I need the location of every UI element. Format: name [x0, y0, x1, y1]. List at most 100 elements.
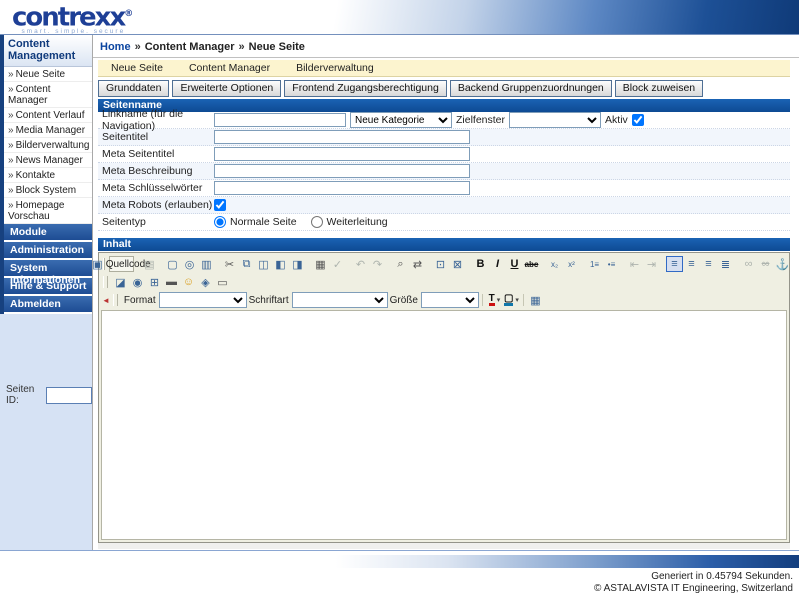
preview-icon[interactable]: ◎ — [181, 256, 198, 272]
undo-icon[interactable]: ↶ — [352, 256, 369, 272]
remove-format-icon[interactable]: ⊠ — [449, 256, 466, 272]
copy-icon[interactable]: ⧉ — [238, 256, 255, 272]
tab-neue-seite[interactable]: Neue Seite — [98, 62, 176, 74]
sidebar-section-system-informationen[interactable]: System Informationen — [4, 260, 92, 276]
font-select[interactable] — [292, 292, 388, 308]
backend-gruppenzuordnungen-button[interactable]: Backend Gruppenzuordnungen — [450, 80, 612, 97]
underline-icon[interactable]: U — [506, 256, 523, 272]
erweiterte-optionen-button[interactable]: Erweiterte Optionen — [172, 80, 281, 97]
sidebar-item-block-system[interactable]: »Block System — [4, 183, 92, 198]
tab-bilderverwaltung[interactable]: Bilderverwaltung — [283, 62, 387, 74]
horizontal-rule-icon[interactable]: ▬ — [163, 274, 180, 290]
tab-content-manager[interactable]: Content Manager — [176, 62, 283, 74]
logo-tagline: smart. simple. secure — [12, 28, 133, 35]
find-icon[interactable]: ⌕ — [392, 256, 409, 272]
align-center-icon[interactable]: ≡ — [683, 256, 700, 272]
templates-icon[interactable]: ▥ — [198, 256, 215, 272]
seitentitel-input[interactable] — [214, 130, 470, 144]
smiley-icon[interactable]: ☺ — [180, 274, 197, 290]
new-page-icon[interactable]: ▢ — [164, 256, 181, 272]
normale-seite-radio[interactable] — [214, 216, 226, 228]
superscript-icon[interactable]: x² — [563, 256, 580, 272]
insert-image-icon[interactable]: ◪ — [112, 274, 129, 290]
seiten-id-input[interactable] — [46, 387, 92, 404]
weiterleitung-radio[interactable] — [311, 216, 323, 228]
sidebar-item-media-manager[interactable]: »Media Manager — [4, 123, 92, 138]
paste-word-icon[interactable]: ◨ — [289, 256, 306, 272]
section-header-inhalt: Inhalt — [98, 238, 790, 251]
replace-icon[interactable]: ⇄ — [409, 256, 426, 272]
save-icon[interactable]: ▤ — [141, 256, 158, 272]
breadcrumb-home[interactable]: Home — [100, 41, 131, 53]
chevron-icon: » — [8, 140, 14, 151]
insert-table-icon[interactable]: ⊞ — [146, 274, 163, 290]
editor-canvas[interactable] — [101, 310, 787, 540]
aktiv-checkbox[interactable] — [632, 114, 644, 126]
zielfenster-select[interactable] — [509, 112, 601, 128]
unlink-icon[interactable]: ∞ — [757, 256, 774, 272]
unordered-list-icon[interactable]: •≡ — [603, 256, 620, 272]
registered-mark: ® — [124, 9, 133, 19]
category-select[interactable]: Neue Kategorie — [350, 112, 452, 128]
sidebar-item-content-verlauf[interactable]: »Content Verlauf — [4, 108, 92, 123]
meta-schluesselwoerter-input[interactable] — [214, 181, 470, 195]
print-icon[interactable]: ▦ — [312, 256, 329, 272]
size-label: Größe — [390, 295, 418, 306]
chevron-icon: » — [8, 110, 14, 121]
source-icon[interactable]: ▣Quellcode — [109, 256, 134, 272]
text-color-icon[interactable]: T▾ — [486, 292, 503, 308]
paste-text-icon[interactable]: ◧ — [272, 256, 289, 272]
align-left-icon[interactable]: ≡ — [666, 256, 683, 272]
grunddaten-button[interactable]: Grunddaten — [98, 80, 169, 97]
align-justify-icon[interactable]: ≣ — [717, 256, 734, 272]
normale-seite-label[interactable]: Normale Seite — [230, 216, 297, 228]
subscript-icon[interactable]: x₂ — [546, 256, 563, 272]
italic-icon[interactable]: I — [489, 256, 506, 272]
page-break-icon[interactable]: ▭ — [214, 274, 231, 290]
format-select[interactable] — [159, 292, 247, 308]
sidebar-item-neue-seite[interactable]: »Neue Seite — [4, 67, 92, 82]
toolbar-grip — [113, 294, 118, 306]
background-color-icon[interactable]: ▢▾ — [503, 292, 520, 308]
sidebar-item-content-manager[interactable]: »Content Manager — [4, 82, 92, 108]
sidebar-section-content-management[interactable]: Content Management — [4, 35, 92, 67]
sidebar-item-news-manager[interactable]: »News Manager — [4, 153, 92, 168]
redo-icon[interactable]: ↷ — [369, 256, 386, 272]
ordered-list-icon[interactable]: 1≡ — [586, 256, 603, 272]
collapse-toolbar-icon[interactable]: ◄ — [102, 296, 110, 305]
indent-icon[interactable]: ⇥ — [643, 256, 660, 272]
weiterleitung-label[interactable]: Weiterleitung — [327, 216, 388, 228]
sidebar-section-module[interactable]: Module — [4, 224, 92, 240]
outdent-icon[interactable]: ⇤ — [626, 256, 643, 272]
strikethrough-icon[interactable]: abc — [523, 256, 540, 272]
sidebar-section-administration[interactable]: Administration — [4, 242, 92, 258]
paste-icon[interactable]: ◫ — [255, 256, 272, 272]
toolbar-separator — [482, 294, 483, 306]
meta-beschreibung-input[interactable] — [214, 164, 470, 178]
anchor-icon[interactable]: ⚓ — [774, 256, 791, 272]
frontend-zugangsberechtigung-button[interactable]: Frontend Zugangsberechtigung — [284, 80, 447, 97]
sidebar-item-bilderverwaltung[interactable]: »Bilderverwaltung — [4, 138, 92, 153]
app-header: contrexx® smart. simple. secure — [0, 0, 799, 35]
insert-flash-icon[interactable]: ◉ — [129, 274, 146, 290]
select-all-icon[interactable]: ⊡ — [432, 256, 449, 272]
special-character-icon[interactable]: ◈ — [197, 274, 214, 290]
block-zuweisen-button[interactable]: Block zuweisen — [615, 80, 703, 97]
sidebar-item-homepage-vorschau[interactable]: »Homepage Vorschau — [4, 198, 92, 224]
align-right-icon[interactable]: ≡ — [700, 256, 717, 272]
sidebar-section-abmelden[interactable]: Abmelden — [4, 296, 92, 312]
form-row-meta-seitentitel: Meta Seitentitel — [98, 146, 790, 163]
sidebar-item-kontakte[interactable]: »Kontakte — [4, 168, 92, 183]
cut-icon[interactable]: ✂ — [221, 256, 238, 272]
about-editor-icon[interactable]: ▦ — [527, 292, 544, 308]
sidebar-section-hilfe-support[interactable]: Hilfe & Support — [4, 278, 92, 294]
contrexx-logo: contrexx® smart. simple. secure — [12, 1, 133, 35]
size-select[interactable] — [421, 292, 479, 308]
linkname-input[interactable] — [214, 113, 346, 127]
meta-seitentitel-input[interactable] — [214, 147, 470, 161]
bold-icon[interactable]: B — [472, 256, 489, 272]
meta-robots-checkbox[interactable] — [214, 199, 226, 211]
link-icon[interactable]: ∞ — [740, 256, 757, 272]
form-row-meta-beschreibung: Meta Beschreibung — [98, 163, 790, 180]
spell-check-icon[interactable]: ✓ — [329, 256, 346, 272]
